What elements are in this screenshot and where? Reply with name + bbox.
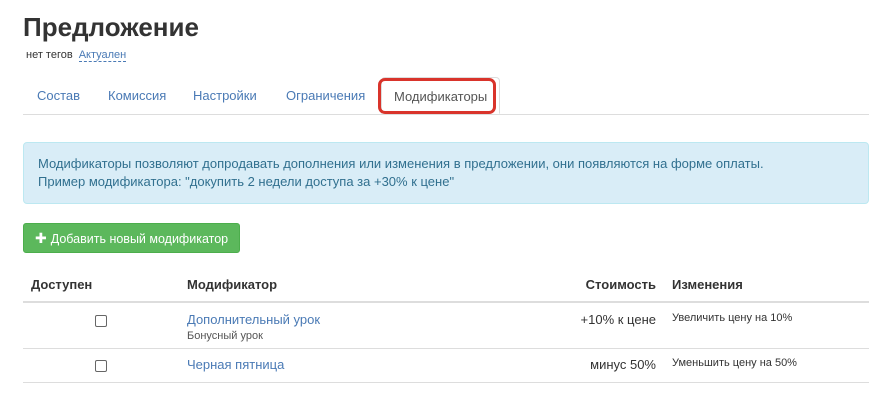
header-cost: Стоимость: [548, 267, 664, 303]
table-header-row: Доступен Модификатор Стоимость Изменения: [23, 267, 869, 303]
header-modifier: Модификатор: [179, 267, 548, 303]
tab-modifiers[interactable]: Модификаторы: [381, 77, 501, 114]
modifier-subtitle: Бонусный урок: [187, 330, 263, 342]
cost-cell: +10% к цене: [548, 302, 664, 349]
tags-label: нет тегов: [26, 49, 73, 61]
available-checkbox[interactable]: [95, 359, 107, 372]
cost-cell: минус 50%: [548, 348, 664, 383]
table-row: Дополнительный урок Бонусный урок +10% к…: [23, 302, 869, 349]
tab-restrictions[interactable]: Ограничения: [286, 77, 365, 114]
modifier-cell: Дополнительный урок Бонусный урок: [179, 302, 548, 349]
info-alert: Модификаторы позволяют допродавать допол…: [23, 142, 869, 204]
info-line-2: Пример модификатора: "докупить 2 недели …: [38, 174, 455, 189]
tab-settings[interactable]: Настройки: [193, 77, 257, 114]
add-modifier-label: Добавить новый модификатор: [50, 232, 229, 246]
available-cell: [23, 302, 179, 349]
add-modifier-button[interactable]: ✚ Добавить новый модификатор: [23, 223, 241, 253]
status-link[interactable]: Актуален: [78, 49, 127, 62]
header-available: Доступен: [23, 267, 179, 303]
tab-commission[interactable]: Комиссия: [108, 77, 166, 114]
info-line-1: Модификаторы позволяют допродавать допол…: [38, 156, 764, 171]
tab-sostav[interactable]: Состав: [37, 77, 80, 114]
change-cell: Уменьшить цену на 50%: [664, 348, 869, 383]
available-cell: [23, 348, 179, 383]
modifier-cell: Черная пятница: [179, 348, 548, 383]
plus-icon: ✚: [35, 230, 47, 246]
modifier-link[interactable]: Черная пятница: [187, 357, 540, 372]
change-cell: Увеличить цену на 10%: [664, 302, 869, 349]
page-title: Предложение: [23, 12, 199, 42]
available-checkbox[interactable]: [95, 315, 107, 327]
page-meta: нет тегов Актуален: [26, 49, 127, 62]
header-changes: Изменения: [664, 267, 869, 303]
modifier-link[interactable]: Дополнительный урок: [187, 312, 540, 327]
table-row: Черная пятница минус 50% Уменьшить цену …: [23, 348, 869, 383]
tab-bar: Состав Комиссия Настройки Ограничения Мо…: [23, 77, 869, 115]
modifiers-table: Доступен Модификатор Стоимость Изменения…: [23, 267, 869, 383]
